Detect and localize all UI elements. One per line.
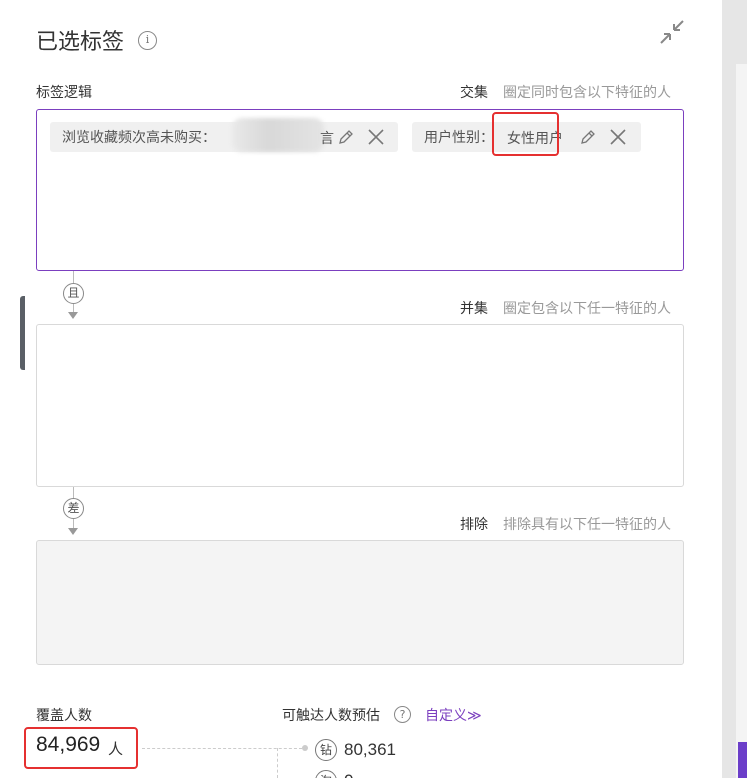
- diamond-reach-value: 80,361: [344, 740, 396, 759]
- connector-dash: [142, 748, 302, 749]
- intersection-name: 交集: [460, 85, 488, 101]
- union-box[interactable]: [36, 324, 684, 487]
- intersection-desc: 圈定同时包含以下特征的人: [503, 85, 671, 101]
- coverage-label: 覆盖人数: [36, 708, 92, 724]
- connector-line: [73, 304, 74, 312]
- highlight-box: [492, 112, 559, 156]
- page-title: 已选标签: [36, 30, 125, 55]
- reach-label: 可触达人数预估: [282, 708, 380, 724]
- down-arrow-icon: [68, 312, 78, 319]
- highlight-box: [24, 727, 138, 769]
- taobao-channel-badge: 淘: [315, 770, 337, 778]
- down-arrow-icon: [68, 528, 78, 535]
- logic-label: 标签逻辑: [36, 85, 92, 101]
- union-name: 并集: [460, 301, 488, 317]
- taobao-reach-value: 0: [344, 771, 353, 778]
- intersection-box[interactable]: 浏览收藏频次高未购买： 言 用户性别： 女性用户: [36, 109, 684, 271]
- blurred-value: [232, 118, 324, 152]
- connector-dot: [302, 745, 308, 751]
- and-connector: 且: [63, 283, 84, 304]
- connector-line: [73, 519, 74, 528]
- tag-value-tail: 言: [320, 131, 334, 147]
- exclude-desc: 排除具有以下任一特征的人: [503, 517, 671, 533]
- side-accent: [738, 742, 747, 778]
- diff-connector: 差: [63, 498, 84, 519]
- scrollbar[interactable]: [722, 0, 747, 778]
- exclude-box[interactable]: [36, 540, 684, 665]
- diamond-channel-badge: 钻: [315, 739, 337, 761]
- question-icon[interactable]: ?: [394, 706, 411, 723]
- scroll-thumb[interactable]: [20, 296, 25, 370]
- connector-dash: [277, 748, 278, 778]
- info-icon[interactable]: i: [138, 31, 157, 50]
- close-icon[interactable]: [366, 127, 386, 147]
- custom-link[interactable]: 自定义≫: [425, 705, 482, 725]
- scroll-track[interactable]: [736, 64, 747, 778]
- pencil-icon[interactable]: [578, 127, 598, 147]
- pencil-icon[interactable]: [336, 127, 356, 147]
- exclude-name: 排除: [460, 517, 488, 533]
- tag-label: 浏览收藏频次高未购买：: [62, 130, 216, 146]
- selected-tags-panel: 已选标签 i 标签逻辑 交集 圈定同时包含以下特征的人 浏览收藏频次高未购买： …: [0, 0, 722, 778]
- union-desc: 圈定包含以下任一特征的人: [503, 301, 671, 317]
- tag-label: 用户性别：: [424, 130, 494, 146]
- close-icon[interactable]: [608, 127, 628, 147]
- tag-browse-frequency[interactable]: 浏览收藏频次高未购买： 言: [50, 118, 398, 152]
- collapse-arrows-icon[interactable]: [658, 18, 686, 46]
- connector-line: [73, 271, 74, 283]
